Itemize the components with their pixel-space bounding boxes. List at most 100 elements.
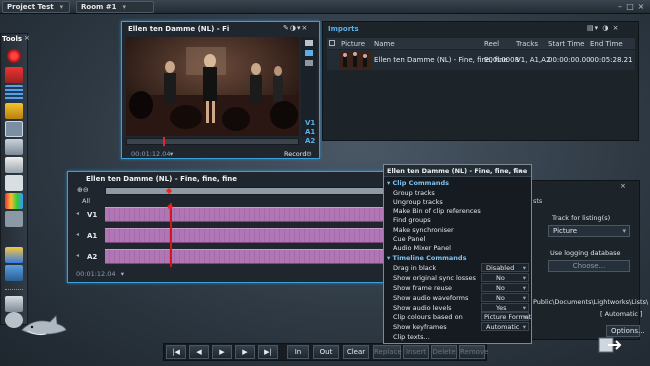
tools-title: Tools [2, 35, 23, 43]
menu-make-bin[interactable]: Make Bin of clip references [393, 207, 481, 215]
close-icon[interactable]: × [24, 34, 30, 42]
track-for-listing-value: Picture [553, 227, 578, 235]
v1-track-arrow-icon[interactable]: ◂ [76, 210, 79, 217]
setting-keyframes-value: Automatic [486, 323, 520, 331]
setting-waveforms-label: Show audio waveforms [393, 294, 469, 302]
imports-window-controls-icon[interactable]: ▤▾ ◑ × [587, 24, 620, 32]
room-dropdown[interactable]: Room #1 ▾ [76, 1, 154, 13]
use-logging-db-label[interactable]: Use logging database [550, 249, 621, 257]
home-tool-icon[interactable] [5, 296, 23, 312]
automatic-label[interactable]: [ Automatic ] [600, 310, 643, 318]
insert-button[interactable]: Insert [403, 345, 429, 359]
col-start-time[interactable]: Start Time [548, 40, 584, 48]
record-label[interactable]: Record [284, 150, 306, 158]
remove-button[interactable]: Remove [459, 345, 488, 359]
a2-track-arrow-icon[interactable]: ◂ [76, 252, 79, 259]
choose-button[interactable]: Choose... [548, 260, 630, 272]
viewer-scrub-bar[interactable] [126, 138, 299, 145]
setting-waveforms-dropdown[interactable]: No ▾ [481, 293, 529, 302]
v1-clip[interactable] [105, 207, 385, 222]
select-all-checkbox[interactable] [329, 40, 335, 46]
pin-icon[interactable]: ✎▾ [513, 167, 522, 175]
exit-icon[interactable] [598, 336, 622, 354]
out-button[interactable]: Out [313, 345, 339, 359]
minimize-icon[interactable]: – [616, 2, 624, 11]
viewer-layout-icon[interactable] [305, 50, 313, 56]
viewer-timecode[interactable]: 00:01:12.04 [131, 150, 171, 158]
viewer-playhead[interactable] [163, 137, 165, 146]
calculator-tool-icon[interactable] [5, 211, 23, 227]
printer-tool-icon[interactable] [5, 157, 23, 173]
zoom-icon[interactable]: ⊕⊖ [77, 186, 89, 194]
viewer-track-a2[interactable]: A2 [305, 137, 315, 145]
track-a2-label[interactable]: A2 [87, 253, 97, 261]
folder-tool-icon[interactable] [5, 103, 23, 119]
setting-clip-colours-dropdown[interactable]: Picture Format ▾ [481, 312, 531, 321]
ruler-playhead-marker[interactable]: ◆ [166, 186, 172, 195]
chevron-down-icon[interactable]: ▾ [170, 150, 173, 158]
viewer-window-controls-icon[interactable]: ✎◑▾× [283, 24, 308, 32]
setting-audio-levels-dropdown[interactable]: Yes ▾ [481, 303, 529, 312]
viewer-track-a1[interactable]: A1 [305, 128, 315, 136]
effects-tool-icon[interactable] [5, 193, 23, 209]
playhead-marker[interactable]: ◆ [167, 202, 173, 211]
timeline-timecode[interactable]: 00:01:12.04 ▾ [76, 270, 124, 278]
timeline-ruler[interactable] [105, 187, 385, 195]
export-tool-icon[interactable] [5, 265, 23, 281]
menu-find-groups[interactable]: Find groups [393, 216, 431, 224]
logging-path: Public\Documents\Lightworks\Lists\ [533, 298, 649, 306]
viewer-fit-icon[interactable] [305, 40, 313, 46]
a2-clip[interactable] [105, 249, 385, 264]
viewer-zoom-icon[interactable] [305, 60, 313, 66]
menu-ungroup-tracks[interactable]: Ungroup tracks [393, 198, 443, 206]
import-tool-icon[interactable] [5, 67, 23, 83]
track-a1-label[interactable]: A1 [87, 232, 97, 240]
transfer-tool-icon[interactable] [5, 247, 23, 263]
disk-tool-icon[interactable] [5, 139, 23, 155]
a1-track-arrow-icon[interactable]: ◂ [76, 231, 79, 238]
clip-commands-header-text: Clip Commands [392, 179, 449, 187]
logging-tab-partial[interactable]: sts [533, 197, 542, 205]
record-tool-icon[interactable] [7, 49, 21, 63]
close-icon[interactable]: × [637, 2, 645, 11]
clear-button[interactable]: Clear [343, 345, 369, 359]
chevron-down-icon: ▾ [522, 294, 526, 302]
col-tracks[interactable]: Tracks [516, 40, 538, 48]
close-icon[interactable]: × [620, 182, 626, 190]
go-to-start-button[interactable]: |◀ [166, 345, 186, 359]
menu-group-tracks[interactable]: Group tracks [393, 189, 435, 197]
col-name[interactable]: Name [374, 40, 395, 48]
gear-icon[interactable]: ⚙ [306, 150, 312, 158]
in-button[interactable]: In [287, 345, 309, 359]
clip-thumbnail [339, 51, 371, 69]
maximize-icon[interactable]: □ [626, 2, 634, 11]
menu-audio-mixer-panel[interactable]: Audio Mixer Panel [393, 244, 451, 252]
menu-make-synchroniser[interactable]: Make synchroniser [393, 226, 454, 234]
track-for-listing-dropdown[interactable]: Picture ▾ [548, 225, 630, 237]
setting-keyframes-dropdown[interactable]: Automatic ▾ [481, 322, 529, 331]
track-v1-label[interactable]: V1 [87, 211, 97, 219]
all-tracks-label[interactable]: All [82, 197, 90, 205]
step-forward-button[interactable]: ▶ [235, 345, 255, 359]
go-to-end-button[interactable]: ▶| [258, 345, 278, 359]
project-dropdown[interactable]: Project Test ▾ [2, 1, 70, 13]
menu-cue-panel[interactable]: Cue Panel [393, 235, 425, 243]
step-back-button[interactable]: ◀ [189, 345, 209, 359]
col-end-time[interactable]: End Time [590, 40, 623, 48]
col-picture[interactable]: Picture [341, 40, 365, 48]
setting-drag-in-black-dropdown[interactable]: Disabled ▾ [481, 263, 529, 272]
setting-keyframes-label: Show keyframes [393, 323, 447, 331]
bin-tool-icon[interactable] [5, 85, 23, 101]
delete-button[interactable]: Delete [431, 345, 457, 359]
setting-sync-losses-dropdown[interactable]: No ▾ [481, 273, 529, 282]
play-button[interactable]: ▶ [212, 345, 232, 359]
keyboard-tool-icon[interactable] [5, 121, 23, 137]
col-reel[interactable]: Reel [484, 40, 499, 48]
menu-clip-texts[interactable]: Clip texts... [393, 333, 430, 341]
timeline-playhead[interactable] [170, 203, 172, 267]
viewer-track-v1[interactable]: V1 [305, 119, 315, 127]
document-tool-icon[interactable] [5, 175, 23, 191]
setting-frame-reuse-dropdown[interactable]: No ▾ [481, 283, 529, 292]
replace-button[interactable]: Replace [373, 345, 402, 359]
a1-clip[interactable] [105, 228, 385, 243]
